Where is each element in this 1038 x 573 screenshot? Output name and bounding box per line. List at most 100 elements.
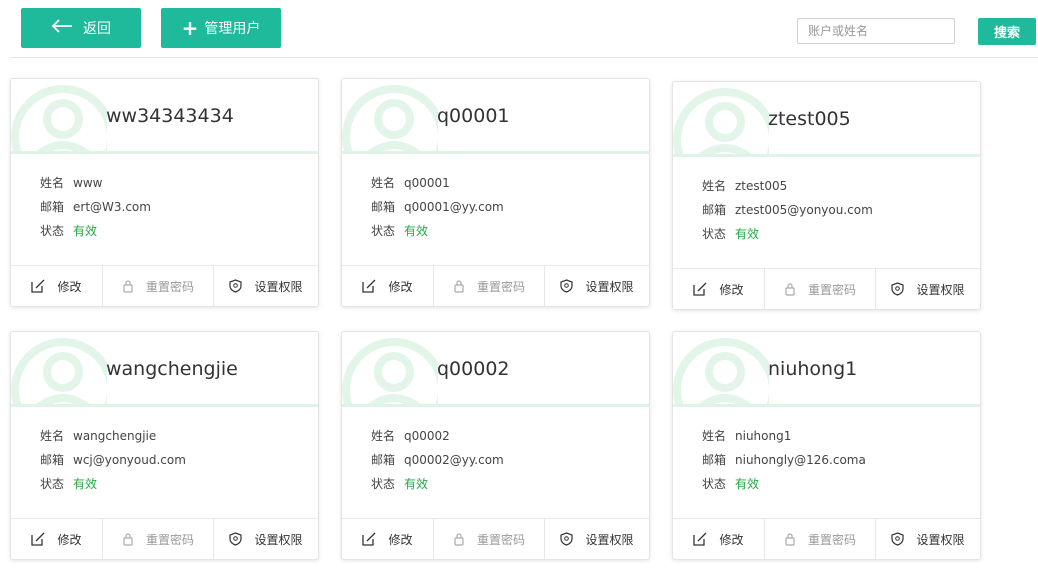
- status-value: 有效: [735, 477, 760, 491]
- reset-password-label: 重置密码: [145, 532, 194, 547]
- email-label: 邮箱: [702, 203, 727, 217]
- edit-button[interactable]: 修改: [11, 519, 102, 559]
- set-permission-button[interactable]: 设置权限: [544, 519, 649, 559]
- edit-button[interactable]: 修改: [673, 519, 764, 559]
- status-label: 状态: [40, 477, 65, 491]
- card-header: ztest005: [673, 82, 980, 157]
- edit-label: 修改: [719, 532, 744, 547]
- avatar-icon: [342, 79, 438, 153]
- card-account: ztest005: [768, 108, 851, 130]
- reset-password-label: 重置密码: [145, 279, 194, 294]
- set-permission-button[interactable]: 设置权限: [213, 519, 318, 559]
- back-button[interactable]: 返回: [21, 8, 141, 48]
- user-card: ww34343434 姓名 www 邮箱 ert@W3.com 状态 有效 修改 重置…: [10, 78, 319, 307]
- user-card: q00001 姓名 q00001 邮箱 q00001@yy.com 状态 有效 修改 …: [341, 78, 650, 307]
- status-label: 状态: [371, 224, 396, 238]
- edit-icon: [31, 279, 45, 293]
- card-account: niuhong1: [768, 358, 858, 380]
- reset-password-label: 重置密码: [476, 532, 525, 547]
- set-permission-button[interactable]: 设置权限: [213, 266, 318, 306]
- user-card: niuhong1 姓名 niuhong1 邮箱 niuhongly@126.coma…: [672, 331, 981, 560]
- edit-icon: [362, 279, 376, 293]
- edit-label: 修改: [719, 282, 744, 297]
- shield-icon: [891, 282, 905, 296]
- card-info: 姓名 q00002 邮箱 q00002@yy.com 状态 有效: [371, 424, 504, 496]
- avatar-icon: [11, 332, 107, 406]
- manage-users-button[interactable]: + 管理用户: [161, 8, 281, 48]
- set-permission-button[interactable]: 设置权限: [544, 266, 649, 306]
- edit-icon: [362, 532, 376, 546]
- search-button[interactable]: 搜索: [978, 18, 1036, 45]
- lock-icon: [454, 533, 464, 546]
- arrow-left-icon: [51, 19, 73, 37]
- card-header: q00001: [342, 79, 649, 154]
- name-value: wangchengjie: [73, 429, 157, 443]
- set-permission-label: 设置权限: [585, 532, 634, 547]
- card-actions: 修改 重置密码 设置权限: [342, 518, 649, 559]
- shield-icon: [229, 532, 243, 546]
- shield-icon: [891, 532, 905, 546]
- card-actions: 修改 重置密码 设置权限: [11, 265, 318, 306]
- reset-password-button[interactable]: 重置密码: [764, 269, 875, 309]
- search-input[interactable]: [797, 18, 955, 44]
- back-button-label: 返回: [83, 21, 111, 37]
- edit-label: 修改: [388, 532, 413, 547]
- reset-password-button[interactable]: 重置密码: [102, 519, 213, 559]
- card-account: q00001: [437, 105, 510, 127]
- name-value: q00002: [404, 429, 450, 443]
- set-permission-label: 设置权限: [585, 279, 634, 294]
- email-value: ert@W3.com: [73, 200, 151, 214]
- email-label: 邮箱: [40, 200, 65, 214]
- reset-password-button[interactable]: 重置密码: [433, 266, 544, 306]
- status-value: 有效: [73, 224, 98, 238]
- lock-icon: [454, 280, 464, 293]
- card-info: 姓名 niuhong1 邮箱 niuhongly@126.coma 状态 有效: [702, 424, 866, 496]
- email-value: wcj@yonyoud.com: [73, 453, 186, 467]
- toolbar-divider: [10, 57, 1038, 58]
- card-header-divider: [11, 404, 318, 407]
- status-label: 状态: [371, 477, 396, 491]
- set-permission-label: 设置权限: [254, 532, 303, 547]
- card-info: 姓名 ztest005 邮箱 ztest005@yonyou.com 状态 有效: [702, 174, 873, 246]
- status-value: 有效: [404, 477, 429, 491]
- card-header-divider: [673, 154, 980, 157]
- reset-password-label: 重置密码: [807, 532, 856, 547]
- card-actions: 修改 重置密码 设置权限: [342, 265, 649, 306]
- email-value: q00002@yy.com: [404, 453, 504, 467]
- status-label: 状态: [702, 477, 727, 491]
- name-label: 姓名: [702, 179, 727, 193]
- edit-icon: [693, 282, 707, 296]
- reset-password-button[interactable]: 重置密码: [433, 519, 544, 559]
- reset-password-label: 重置密码: [476, 279, 525, 294]
- email-value: niuhongly@126.coma: [735, 453, 866, 467]
- card-actions: 修改 重置密码 设置权限: [673, 518, 980, 559]
- status-value: 有效: [735, 227, 760, 241]
- lock-icon: [785, 283, 795, 296]
- reset-password-button[interactable]: 重置密码: [764, 519, 875, 559]
- lock-icon: [123, 280, 133, 293]
- set-permission-button[interactable]: 设置权限: [875, 519, 980, 559]
- card-header-divider: [673, 404, 980, 407]
- email-label: 邮箱: [371, 200, 396, 214]
- email-value: ztest005@yonyou.com: [735, 203, 873, 217]
- edit-button[interactable]: 修改: [342, 519, 433, 559]
- reset-password-label: 重置密码: [807, 282, 856, 297]
- card-header: wangchengjie: [11, 332, 318, 407]
- card-header: q00002: [342, 332, 649, 407]
- reset-password-button[interactable]: 重置密码: [102, 266, 213, 306]
- card-actions: 修改 重置密码 设置权限: [673, 268, 980, 309]
- avatar-icon: [673, 332, 769, 406]
- name-label: 姓名: [702, 429, 727, 443]
- set-permission-button[interactable]: 设置权限: [875, 269, 980, 309]
- edit-button[interactable]: 修改: [11, 266, 102, 306]
- edit-icon: [31, 532, 45, 546]
- edit-label: 修改: [57, 532, 82, 547]
- email-label: 邮箱: [702, 453, 727, 467]
- name-label: 姓名: [40, 176, 65, 190]
- edit-button[interactable]: 修改: [673, 269, 764, 309]
- email-value: q00001@yy.com: [404, 200, 504, 214]
- edit-button[interactable]: 修改: [342, 266, 433, 306]
- user-card: q00002 姓名 q00002 邮箱 q00002@yy.com 状态 有效 修改 …: [341, 331, 650, 560]
- card-info: 姓名 q00001 邮箱 q00001@yy.com 状态 有效: [371, 171, 504, 243]
- status-label: 状态: [40, 224, 65, 238]
